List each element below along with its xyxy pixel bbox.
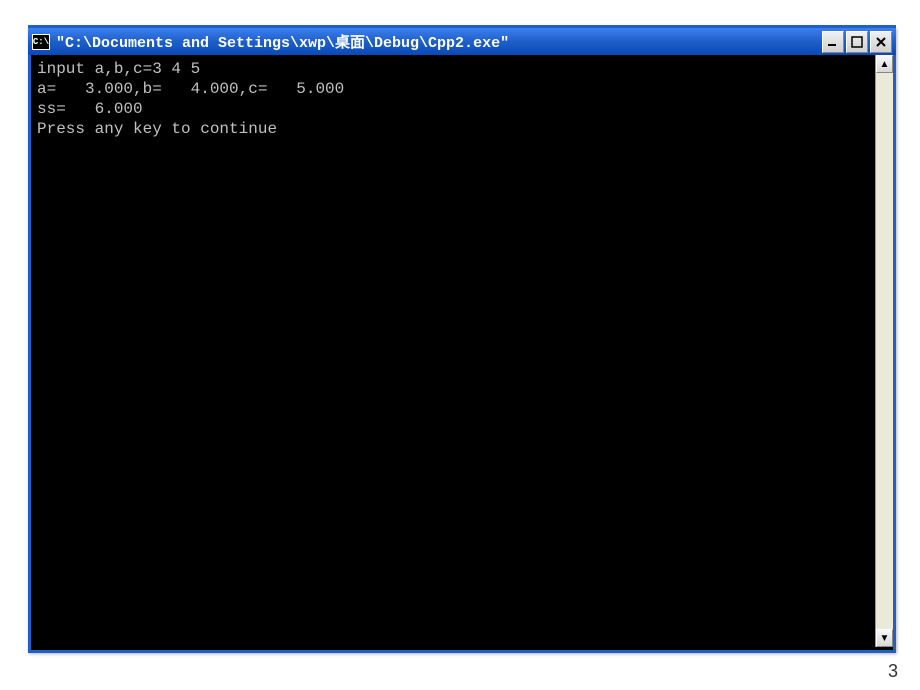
console-window: C:\ "C:\Documents and Settings\xwp\桌面\De…: [28, 28, 896, 653]
close-button[interactable]: [870, 31, 892, 53]
window-controls: [822, 31, 892, 53]
app-icon: C:\: [32, 34, 50, 50]
window-title: "C:\Documents and Settings\xwp\桌面\Debug\…: [56, 31, 822, 52]
console-output[interactable]: input a,b,c=3 4 5 a= 3.000,b= 4.000,c= 5…: [31, 55, 875, 647]
console-line: Press any key to continue: [37, 120, 277, 138]
console-line: ss= 6.000: [37, 100, 143, 118]
vertical-scrollbar[interactable]: ▲ ▼: [875, 55, 893, 647]
scroll-down-button[interactable]: ▼: [876, 629, 893, 647]
maximize-button[interactable]: [846, 31, 868, 53]
scroll-track[interactable]: [876, 73, 893, 629]
console-line: input a,b,c=3 4 5: [37, 60, 200, 78]
scroll-up-button[interactable]: ▲: [876, 55, 893, 73]
page-number: 3: [888, 661, 898, 682]
console-line: a= 3.000,b= 4.000,c= 5.000: [37, 80, 344, 98]
console-area: input a,b,c=3 4 5 a= 3.000,b= 4.000,c= 5…: [31, 55, 893, 647]
minimize-button[interactable]: [822, 31, 844, 53]
titlebar[interactable]: C:\ "C:\Documents and Settings\xwp\桌面\De…: [28, 25, 896, 55]
